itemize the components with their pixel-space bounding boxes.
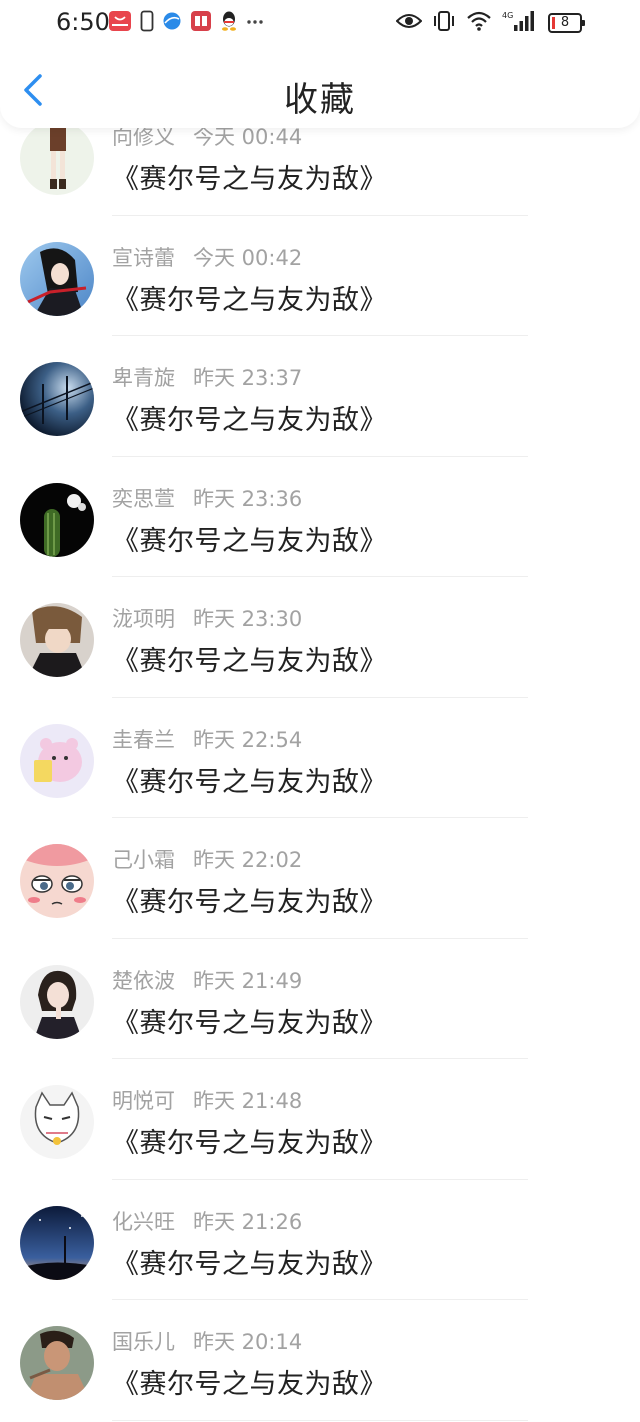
status-bar: 6:50 4G 8: [0, 0, 640, 46]
item-title: 《赛尔号之与友为敌》: [112, 766, 387, 798]
item-meta: 国乐儿 昨天 20:14: [112, 1326, 302, 1356]
item-user: 明悦可: [112, 1089, 175, 1113]
item-title: 《赛尔号之与友为敌》: [112, 1128, 387, 1159]
page-title: 收藏: [284, 80, 356, 120]
favorites-list: 向修义 今天 00:44 《赛尔号之与友为敌》 宣诗蕾 今天 00:42 《赛尔…: [0, 95, 640, 1421]
item-meta: 卑青旋 昨天 23:37: [112, 362, 302, 392]
item-title: 《赛尔号之与友为敌》: [112, 525, 387, 557]
item-meta: 楚依波 昨天 21:49: [112, 965, 302, 995]
list-item[interactable]: 奕思萱 昨天 23:36 《赛尔号之与友为敌》: [0, 457, 640, 577]
item-time: 昨天 23:37: [193, 366, 303, 390]
list-item[interactable]: 卑青旋 昨天 23:37 《赛尔号之与友为敌》: [0, 336, 640, 457]
avatar[interactable]: [20, 964, 94, 1039]
avatar[interactable]: [20, 1205, 94, 1280]
battery-icon: 8: [548, 13, 585, 33]
avatar[interactable]: [20, 1085, 94, 1159]
status-right-icons: 4G 8: [395, 10, 585, 36]
item-user: 楚依波: [112, 968, 175, 993]
item-meta: 己小霜 昨天 22:02: [112, 844, 302, 874]
item-user: 圭春兰: [112, 727, 175, 752]
item-time: 昨天 22:54: [193, 727, 303, 752]
status-left-icons: [108, 10, 264, 36]
list-item[interactable]: 国乐儿 昨天 20:14 《赛尔号之与友为敌》: [0, 1300, 640, 1421]
vibrate-icon: [432, 10, 456, 36]
item-user: 国乐儿: [112, 1330, 175, 1354]
item-user: 奕思萱: [112, 486, 175, 511]
screen: 6:50 4G 8 向修义 今天 00:44 《赛尔号之与友为敌》 宣诗蕾 今天…: [0, 0, 640, 1422]
item-meta: 明悦可 昨天 21:48: [112, 1085, 302, 1115]
item-time: 昨天 23:36: [193, 486, 303, 511]
phone-icon: [140, 10, 154, 36]
item-user: 宣诗蕾: [112, 245, 175, 270]
list-item[interactable]: 己小霜 昨天 22:02 《赛尔号之与友为敌》: [0, 818, 640, 939]
item-time: 昨天 22:02: [193, 848, 303, 872]
avatar[interactable]: [20, 362, 94, 436]
status-time: 6:50: [56, 8, 110, 36]
more-notifications-icon: [246, 10, 264, 36]
item-title: 《赛尔号之与友为敌》: [112, 164, 387, 195]
item-time: 今天 00:42: [193, 245, 303, 270]
avatar[interactable]: [20, 241, 94, 316]
list-item[interactable]: 泷项明 昨天 23:30 《赛尔号之与友为敌》: [0, 577, 640, 698]
list-item[interactable]: 圭春兰 昨天 22:54 《赛尔号之与友为敌》: [0, 698, 640, 818]
divider: [112, 1419, 528, 1421]
item-meta: 泷项明 昨天 23:30: [112, 603, 302, 633]
item-title: 《赛尔号之与友为敌》: [112, 405, 387, 436]
item-time: 昨天 21:49: [193, 968, 303, 993]
wifi-icon: [466, 10, 492, 36]
item-time: 昨天 21:48: [193, 1089, 303, 1113]
item-user: 泷项明: [112, 607, 175, 631]
item-title: 《赛尔号之与友为敌》: [112, 1369, 387, 1400]
list-item[interactable]: 楚依波 昨天 21:49 《赛尔号之与友为敌》: [0, 939, 640, 1059]
item-meta: 化兴旺 昨天 21:26: [112, 1206, 302, 1236]
qq-icon: [220, 10, 238, 36]
battery-level: 8: [560, 15, 570, 30]
eye-comfort-icon: [395, 11, 423, 35]
item-title: 《赛尔号之与友为敌》: [112, 646, 387, 677]
item-title: 《赛尔号之与友为敌》: [112, 1007, 387, 1039]
avatar[interactable]: [20, 121, 94, 195]
item-meta: 宣诗蕾 今天 00:42: [112, 242, 302, 272]
item-time: 昨天 20:14: [193, 1330, 303, 1354]
item-user: 卑青旋: [112, 366, 175, 390]
item-meta: 圭春兰 昨天 22:54: [112, 724, 302, 754]
avatar[interactable]: [20, 1326, 94, 1400]
browser-icon: [162, 11, 182, 35]
item-title: 《赛尔号之与友为敌》: [112, 887, 387, 918]
item-title: 《赛尔号之与友为敌》: [112, 284, 387, 316]
book-app-icon: [190, 10, 212, 36]
item-meta: 奕思萱 昨天 23:36: [112, 483, 302, 513]
network-type-label: 4G: [502, 11, 513, 20]
item-time: 昨天 23:30: [193, 607, 303, 631]
list-item[interactable]: 宣诗蕾 今天 00:42 《赛尔号之与友为敌》: [0, 216, 640, 336]
item-user: 己小霜: [112, 848, 175, 872]
item-user: 化兴旺: [112, 1209, 175, 1234]
list-item[interactable]: 化兴旺 昨天 21:26 《赛尔号之与友为敌》: [0, 1180, 640, 1300]
item-title: 《赛尔号之与友为敌》: [112, 1248, 387, 1280]
huawei-store-icon: [108, 10, 132, 36]
header-bar: 收藏: [0, 46, 640, 128]
item-time: 昨天 21:26: [193, 1209, 303, 1234]
list-item[interactable]: 明悦可 昨天 21:48 《赛尔号之与友为敌》: [0, 1059, 640, 1180]
avatar[interactable]: [20, 603, 94, 677]
avatar[interactable]: [20, 723, 94, 798]
cellular-signal-icon: 4G: [502, 10, 538, 36]
avatar[interactable]: [20, 482, 94, 557]
avatar[interactable]: [20, 844, 94, 918]
